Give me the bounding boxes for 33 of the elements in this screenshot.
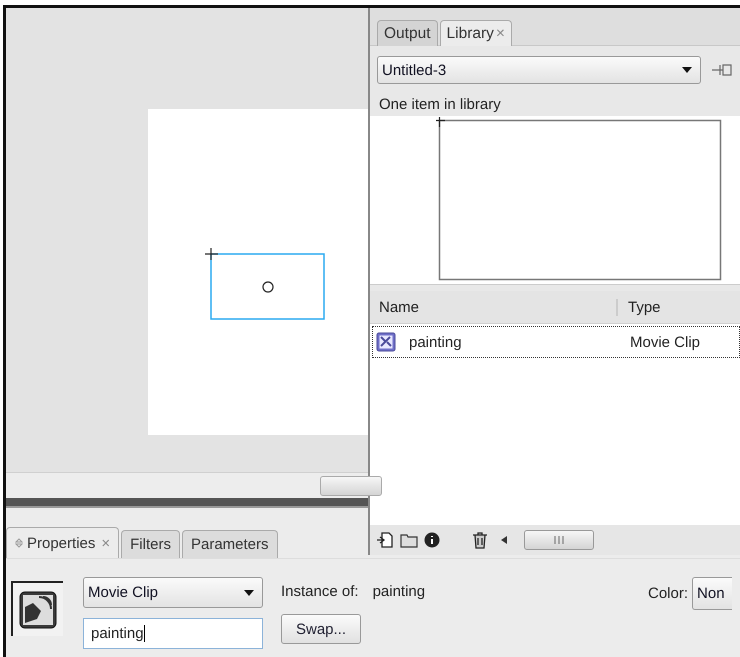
- panel-tab[interactable]: Library×: [440, 20, 512, 46]
- color-label: Color:: [648, 585, 688, 602]
- movie-clip-instance[interactable]: [203, 245, 327, 321]
- movie-clip-icon: [376, 332, 396, 352]
- dropdown-arrow-icon: [244, 590, 254, 596]
- scrollbar-thumb[interactable]: [524, 530, 594, 550]
- panel-tab[interactable]: Properties ×: [6, 527, 120, 558]
- color-dropdown[interactable]: Non: [692, 577, 732, 610]
- new-symbol-icon[interactable]: [376, 531, 394, 549]
- swap-button[interactable]: Swap...: [281, 614, 361, 644]
- library-item[interactable]: painting Movie Clip: [372, 326, 740, 358]
- pin-icon[interactable]: [711, 62, 733, 78]
- item-count-label: One item in library: [378, 95, 502, 115]
- panel-tab[interactable]: Parameters: [182, 530, 278, 558]
- panel-tab[interactable]: Output: [377, 20, 438, 46]
- scrollbar-thumb[interactable]: [320, 476, 382, 496]
- info-icon[interactable]: [424, 532, 440, 548]
- symbol-type-dropdown[interactable]: Movie Clip: [83, 577, 263, 608]
- grip-icon: [553, 536, 565, 544]
- panel-tab[interactable]: Filters: [121, 530, 180, 558]
- dropdown-arrow-icon: [682, 67, 692, 73]
- movie-clip-icon: [19, 590, 57, 628]
- trash-icon[interactable]: [472, 531, 488, 549]
- grip-icon: [15, 538, 23, 548]
- instance-of-label: Instance of:: [281, 583, 359, 600]
- folder-icon[interactable]: [400, 532, 418, 548]
- column-header[interactable]: Type: [618, 298, 661, 316]
- document-dropdown[interactable]: Untitled-3: [377, 56, 701, 84]
- instance-name-field[interactable]: painting: [83, 618, 263, 649]
- column-header[interactable]: Name: [370, 298, 618, 316]
- instance-of-value: painting: [372, 583, 426, 600]
- scroll-left-icon[interactable]: [500, 535, 508, 545]
- panel-splitter[interactable]: [6, 498, 368, 508]
